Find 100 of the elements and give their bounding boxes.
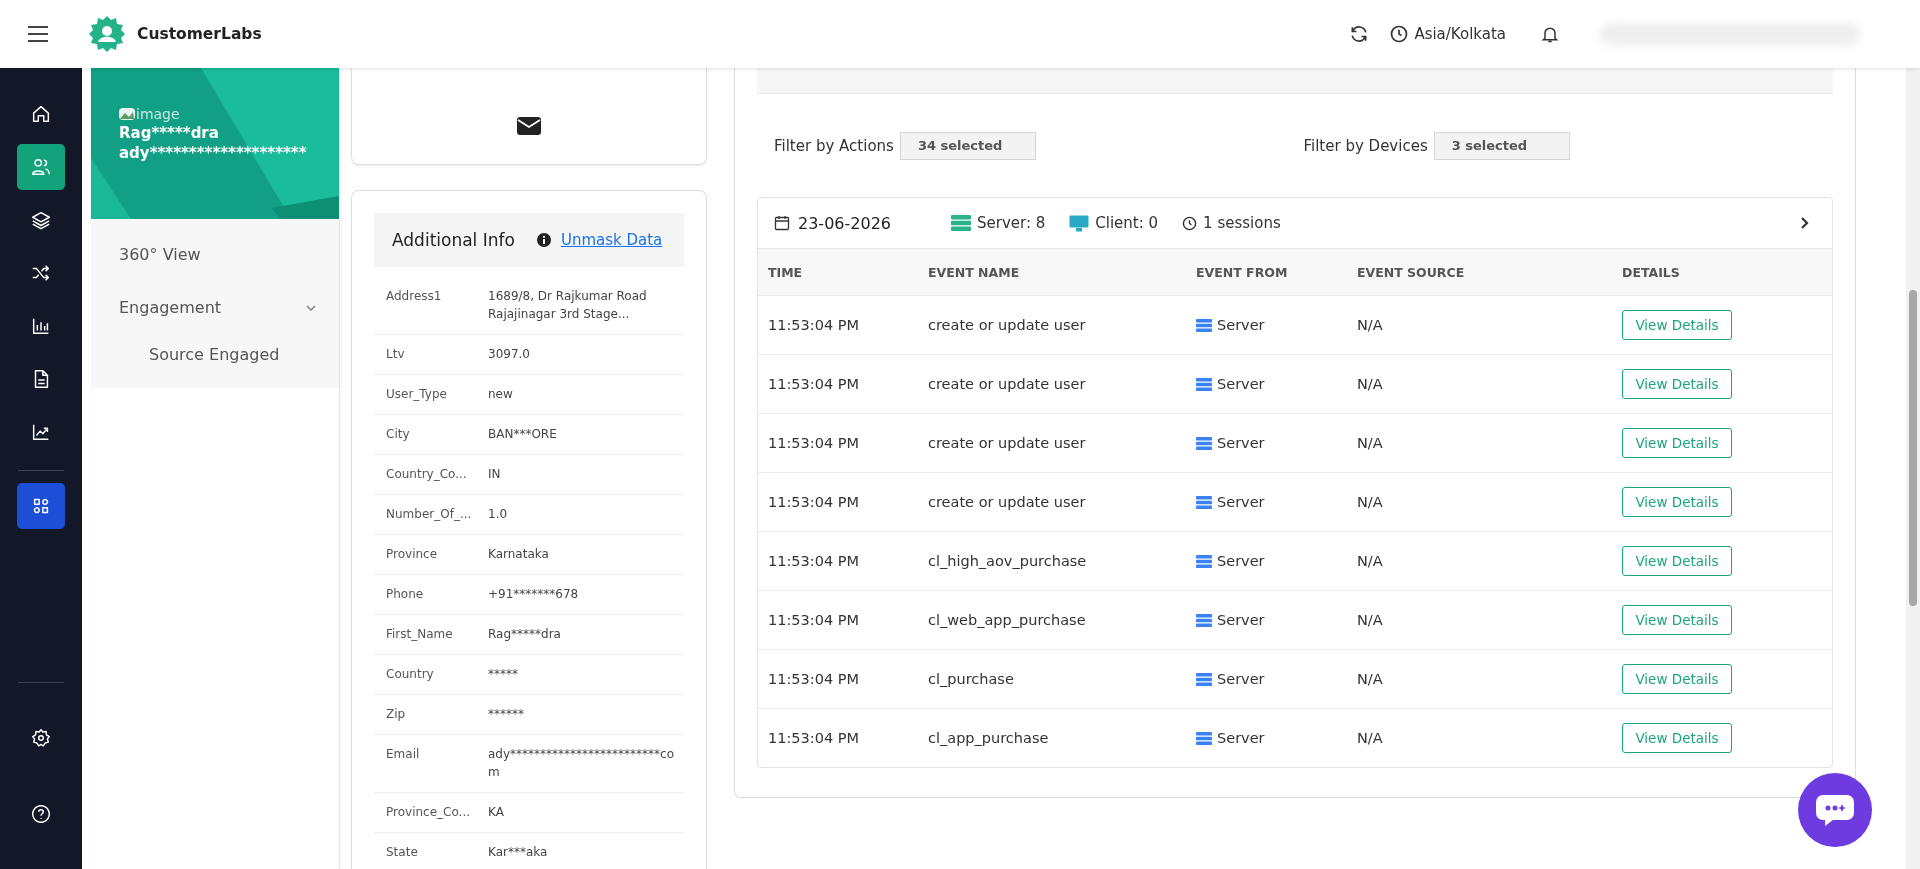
table-cell-text: N/A xyxy=(1356,494,1384,510)
table-cell-text: N/A xyxy=(1356,317,1384,333)
table-cell: Server xyxy=(1217,494,1265,510)
attribute-label: City xyxy=(386,426,411,443)
server-icon xyxy=(1196,377,1212,391)
attribute-label: Phone xyxy=(386,586,425,603)
session-date: 23-06-2026 xyxy=(798,213,891,233)
table-cell-text: 11:53:04 PM xyxy=(767,671,860,687)
attribute-value: +91*******678 xyxy=(488,586,580,603)
table-cell: Server xyxy=(1217,612,1265,628)
attribute-value: Karnataka xyxy=(488,546,550,563)
users-icon xyxy=(30,156,52,178)
table-cell-text: N/A xyxy=(1356,435,1384,451)
table-cell-text: create or update user xyxy=(927,317,1087,333)
apps-button[interactable] xyxy=(17,483,65,529)
attribute-label: Country_Co... xyxy=(386,466,468,483)
refresh-icon[interactable] xyxy=(1349,24,1370,44)
table-cell: Server xyxy=(1217,376,1265,392)
chevron-right-icon[interactable] xyxy=(1800,216,1810,230)
attribute-label: Zip xyxy=(386,706,407,723)
section-title: Additional Info xyxy=(392,230,515,250)
gear-logo-icon xyxy=(87,14,127,54)
filter-label: Filter by Actions xyxy=(774,136,894,155)
attribute-value: ****** xyxy=(488,706,525,723)
view-details-button[interactable]: View Details xyxy=(1622,310,1732,340)
attribute-value: IN xyxy=(488,466,502,483)
attribute-label: Email xyxy=(386,746,421,763)
table-cell-text: 11:53:04 PM xyxy=(767,435,860,451)
server-icon xyxy=(1196,495,1212,509)
attribute-value: BAN***ORE xyxy=(488,426,558,443)
view-details-button[interactable]: View Details xyxy=(1622,369,1732,399)
timezone-label[interactable]: Asia/Kolkata xyxy=(1414,25,1506,43)
table-cell-text: create or update user xyxy=(927,435,1087,451)
image-alt-text: image xyxy=(136,106,180,122)
filter-dropdown[interactable]: 3 selected xyxy=(1433,131,1570,160)
attribute-value: new xyxy=(488,386,514,403)
table-cell-text: 11:53:04 PM xyxy=(767,494,860,510)
table-cell-text: N/A xyxy=(1356,671,1384,687)
table-cell-text: cl_purchase xyxy=(927,671,1015,687)
attribute-value: KA xyxy=(488,804,505,821)
layers-icon xyxy=(30,209,52,231)
client-count: Client: 0 xyxy=(1095,214,1159,232)
server-count: Server: 8 xyxy=(977,214,1046,232)
brand-name: CustomerLabs xyxy=(137,25,262,43)
calendar-icon xyxy=(774,215,790,231)
attribute-label: Ltv xyxy=(386,346,406,363)
menu-icon[interactable] xyxy=(27,25,49,43)
monitor-icon xyxy=(1069,214,1090,232)
view-details-button[interactable]: View Details xyxy=(1622,487,1732,517)
submenu-item[interactable]: Source Engaged xyxy=(91,339,339,370)
filter-label: Filter by Devices xyxy=(1303,136,1428,155)
table-cell: Server xyxy=(1217,435,1265,451)
server-icon xyxy=(1196,613,1212,627)
attribute-value: ady*************************com xyxy=(488,746,675,781)
menu-item[interactable]: 360° View xyxy=(91,233,339,276)
table-cell-text: N/A xyxy=(1356,612,1384,628)
column-header: EVENT SOURCE xyxy=(1356,264,1466,280)
table-cell: Server xyxy=(1217,730,1265,746)
column-header: EVENT NAME xyxy=(927,264,1021,280)
table-cell-text: 11:53:04 PM xyxy=(767,376,860,392)
view-details-button[interactable]: View Details xyxy=(1622,428,1732,458)
clock-icon xyxy=(1182,215,1198,231)
filter-dropdown[interactable]: 34 selected xyxy=(899,131,1036,160)
table-cell-text: 11:53:04 PM xyxy=(767,612,860,628)
table-cell-text: create or update user xyxy=(927,494,1087,510)
attribute-label: Number_Of_... xyxy=(386,506,473,523)
view-details-button[interactable]: View Details xyxy=(1622,664,1732,694)
profile-email: ady******************** xyxy=(119,144,308,162)
column-header: TIME xyxy=(767,264,804,280)
server-icon xyxy=(1196,672,1212,686)
unmask-data-link[interactable]: Unmask Data xyxy=(560,231,663,249)
attribute-label: Province xyxy=(386,546,439,563)
table-cell-text: cl_high_aov_purchase xyxy=(927,553,1088,569)
scrollbar-thumb[interactable] xyxy=(1909,290,1917,606)
table-cell: Server xyxy=(1217,553,1265,569)
table-cell-text: 11:53:04 PM xyxy=(767,730,860,746)
menu-item[interactable]: Engagement xyxy=(91,286,339,329)
attribute-value: Rag*****dra xyxy=(488,626,562,643)
table-cell-text: N/A xyxy=(1356,730,1384,746)
attribute-value: 1689/8, Dr Rajkumar Road Rajajinagar 3rd Stage... xyxy=(488,288,648,323)
column-header: DETAILS xyxy=(1621,264,1681,280)
server-icon xyxy=(1196,318,1212,332)
mail-icon[interactable] xyxy=(517,117,541,135)
session-count: 1 sessions xyxy=(1203,214,1281,232)
view-details-button[interactable]: View Details xyxy=(1622,605,1732,635)
view-details-button[interactable]: View Details xyxy=(1622,546,1732,576)
view-details-button[interactable]: View Details xyxy=(1622,723,1732,753)
attribute-value: 1.0 xyxy=(488,506,509,523)
attribute-label: User_Type xyxy=(386,386,448,403)
table-cell-text: create or update user xyxy=(927,376,1087,392)
chat-bubble-icon xyxy=(1815,793,1855,827)
attribute-label: Province_Co... xyxy=(386,804,471,821)
table-cell-text: cl_app_purchase xyxy=(927,730,1050,746)
table-cell: Server xyxy=(1217,317,1265,333)
table-cell-text: cl_web_app_purchase xyxy=(927,612,1087,628)
attribute-value: 3097.0 xyxy=(488,346,531,363)
attribute-label: First_Name xyxy=(386,626,454,643)
profile-name: Rag*****dra xyxy=(119,124,220,142)
menu-item-label: Engagement xyxy=(119,298,222,317)
home-icon xyxy=(30,103,52,125)
